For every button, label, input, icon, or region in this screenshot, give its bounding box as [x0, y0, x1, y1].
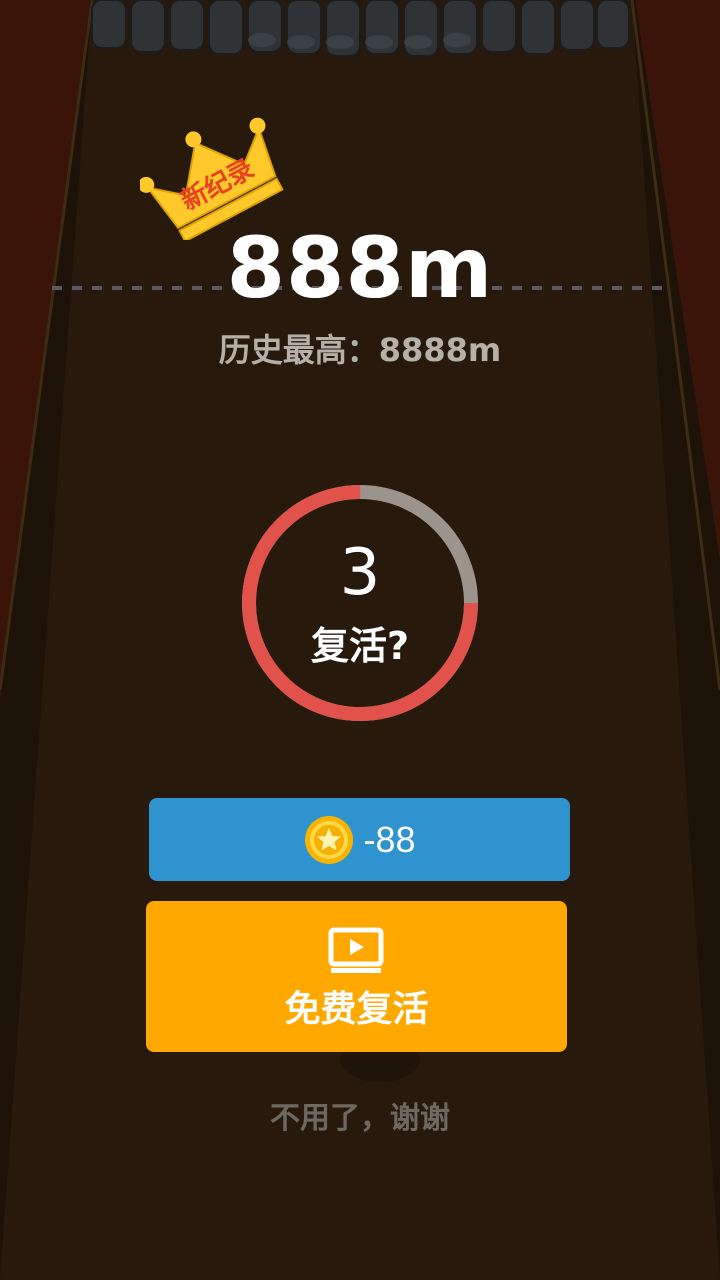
- coin-icon: [305, 815, 354, 864]
- best-score-label: 历史最高：8888m: [218, 331, 502, 369]
- free-revive-label: 免费复活: [284, 989, 429, 1030]
- countdown-number: 3: [339, 536, 381, 610]
- no-thanks-link[interactable]: 不用了，谢谢: [0, 1097, 720, 1141]
- game-over-screen: 新纪录 888m 历史最高：8888m 3 复活? -88 免费复活 不用了，谢…: [0, 0, 720, 1280]
- revive-question: 复活?: [310, 624, 410, 668]
- coin-revive-button[interactable]: -88: [149, 798, 570, 881]
- pins: [91, 0, 630, 57]
- current-score: 888m: [226, 219, 494, 317]
- free-revive-button[interactable]: 免费复活: [146, 901, 567, 1052]
- video-play-icon: [328, 927, 384, 973]
- coin-cost: -88: [363, 818, 416, 860]
